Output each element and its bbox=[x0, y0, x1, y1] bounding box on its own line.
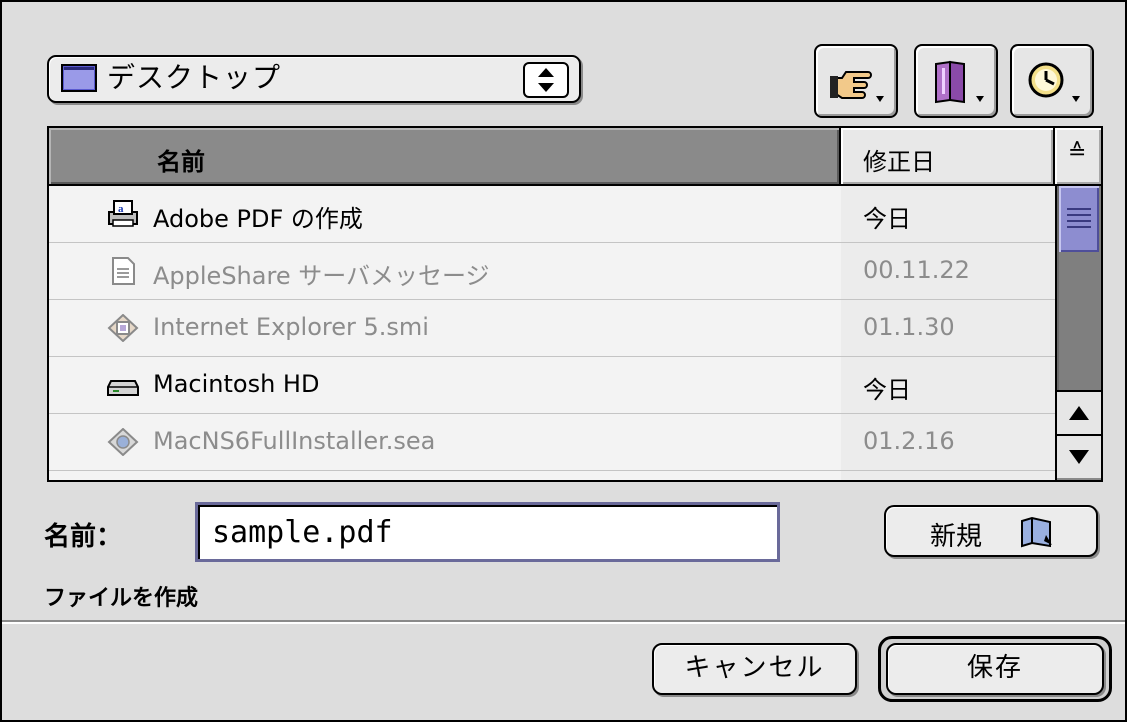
popup-arrows-icon bbox=[523, 62, 569, 98]
arrow-down-icon bbox=[1069, 450, 1089, 464]
file-name: Adobe PDF の作成 bbox=[153, 205, 363, 233]
file-date: 00.11.22 bbox=[863, 256, 970, 284]
location-label: デスクトップ bbox=[107, 61, 282, 94]
hard-drive-icon bbox=[107, 380, 139, 396]
new-folder-label: 新規 bbox=[930, 522, 983, 552]
sort-order-icon: ≙ bbox=[1068, 140, 1087, 165]
list-item[interactable]: Macintosh HD 今日 bbox=[49, 357, 1055, 414]
file-name: AppleShare サーバメッセージ bbox=[153, 262, 490, 290]
folder-icon bbox=[61, 64, 97, 92]
new-folder-icon bbox=[1021, 516, 1052, 548]
installer-archive-icon bbox=[107, 428, 139, 456]
list-item[interactable]: MacNS6FullInstaller.sea 01.2.16 bbox=[49, 414, 1055, 471]
location-popup[interactable]: デスクトップ bbox=[47, 55, 581, 103]
file-name: Internet Explorer 5.smi bbox=[153, 313, 429, 341]
list-item[interactable]: AppleShare サーバメッセージ 00.11.22 bbox=[49, 243, 1055, 300]
favorites-book-icon bbox=[935, 60, 984, 104]
scroll-thumb[interactable] bbox=[1059, 186, 1099, 252]
file-date: 01.2.16 bbox=[863, 427, 955, 455]
column-header-date-label: 修正日 bbox=[863, 148, 935, 176]
scroll-up-button[interactable] bbox=[1057, 390, 1101, 434]
pdf-printer-icon: a bbox=[108, 200, 138, 227]
file-rows: a Adobe PDF の作成 今日 AppleShare サーバメッセージ 0… bbox=[49, 186, 1055, 480]
scroll-down-button[interactable] bbox=[1057, 434, 1101, 478]
file-name-input[interactable] bbox=[195, 502, 780, 562]
svg-text:a: a bbox=[118, 203, 124, 215]
column-header-name[interactable]: 名前 bbox=[49, 128, 841, 186]
file-name: Macintosh HD bbox=[153, 370, 320, 398]
scroll-grip-icon bbox=[1067, 208, 1091, 228]
clock-icon bbox=[1028, 62, 1080, 102]
list-item-partial[interactable] bbox=[49, 471, 1055, 480]
file-name: MacNS6FullInstaller.sea bbox=[153, 427, 436, 455]
list-item[interactable]: Internet Explorer 5.smi 01.1.30 bbox=[49, 300, 1055, 357]
save-button[interactable]: 保存 bbox=[886, 643, 1104, 695]
file-date: 今日 bbox=[863, 376, 911, 404]
file-date: 01.1.30 bbox=[863, 313, 955, 341]
sort-order-button[interactable]: ≙ bbox=[1055, 128, 1101, 186]
column-header-name-label: 名前 bbox=[157, 148, 205, 176]
shortcuts-button[interactable] bbox=[814, 44, 898, 118]
recent-button[interactable] bbox=[1010, 44, 1094, 118]
arrow-up-icon bbox=[1069, 406, 1089, 420]
new-folder-button[interactable]: 新規 bbox=[884, 505, 1098, 557]
vertical-scrollbar[interactable] bbox=[1055, 186, 1101, 480]
list-item[interactable]: a Adobe PDF の作成 今日 bbox=[49, 186, 1055, 243]
column-header-date[interactable]: 修正日 bbox=[841, 128, 1055, 186]
favorites-button[interactable] bbox=[914, 44, 998, 118]
file-list: 名前 修正日 ≙ a Adobe PDF の作成 今日 AppleShare サ… bbox=[47, 126, 1103, 482]
disk-image-icon bbox=[107, 314, 139, 342]
save-dialog: デスクトップ 名前 修正日 ≙ a Adobe PDF の作成 今日 Apple… bbox=[0, 0, 1127, 722]
file-date: 今日 bbox=[863, 205, 911, 233]
status-text: ファイルを作成 bbox=[44, 586, 199, 611]
pointing-hand-icon bbox=[830, 71, 884, 102]
text-document-icon bbox=[112, 257, 135, 285]
name-field-label: 名前： bbox=[44, 522, 123, 552]
cancel-button[interactable]: キャンセル bbox=[652, 643, 857, 695]
dialog-divider bbox=[2, 620, 1125, 624]
